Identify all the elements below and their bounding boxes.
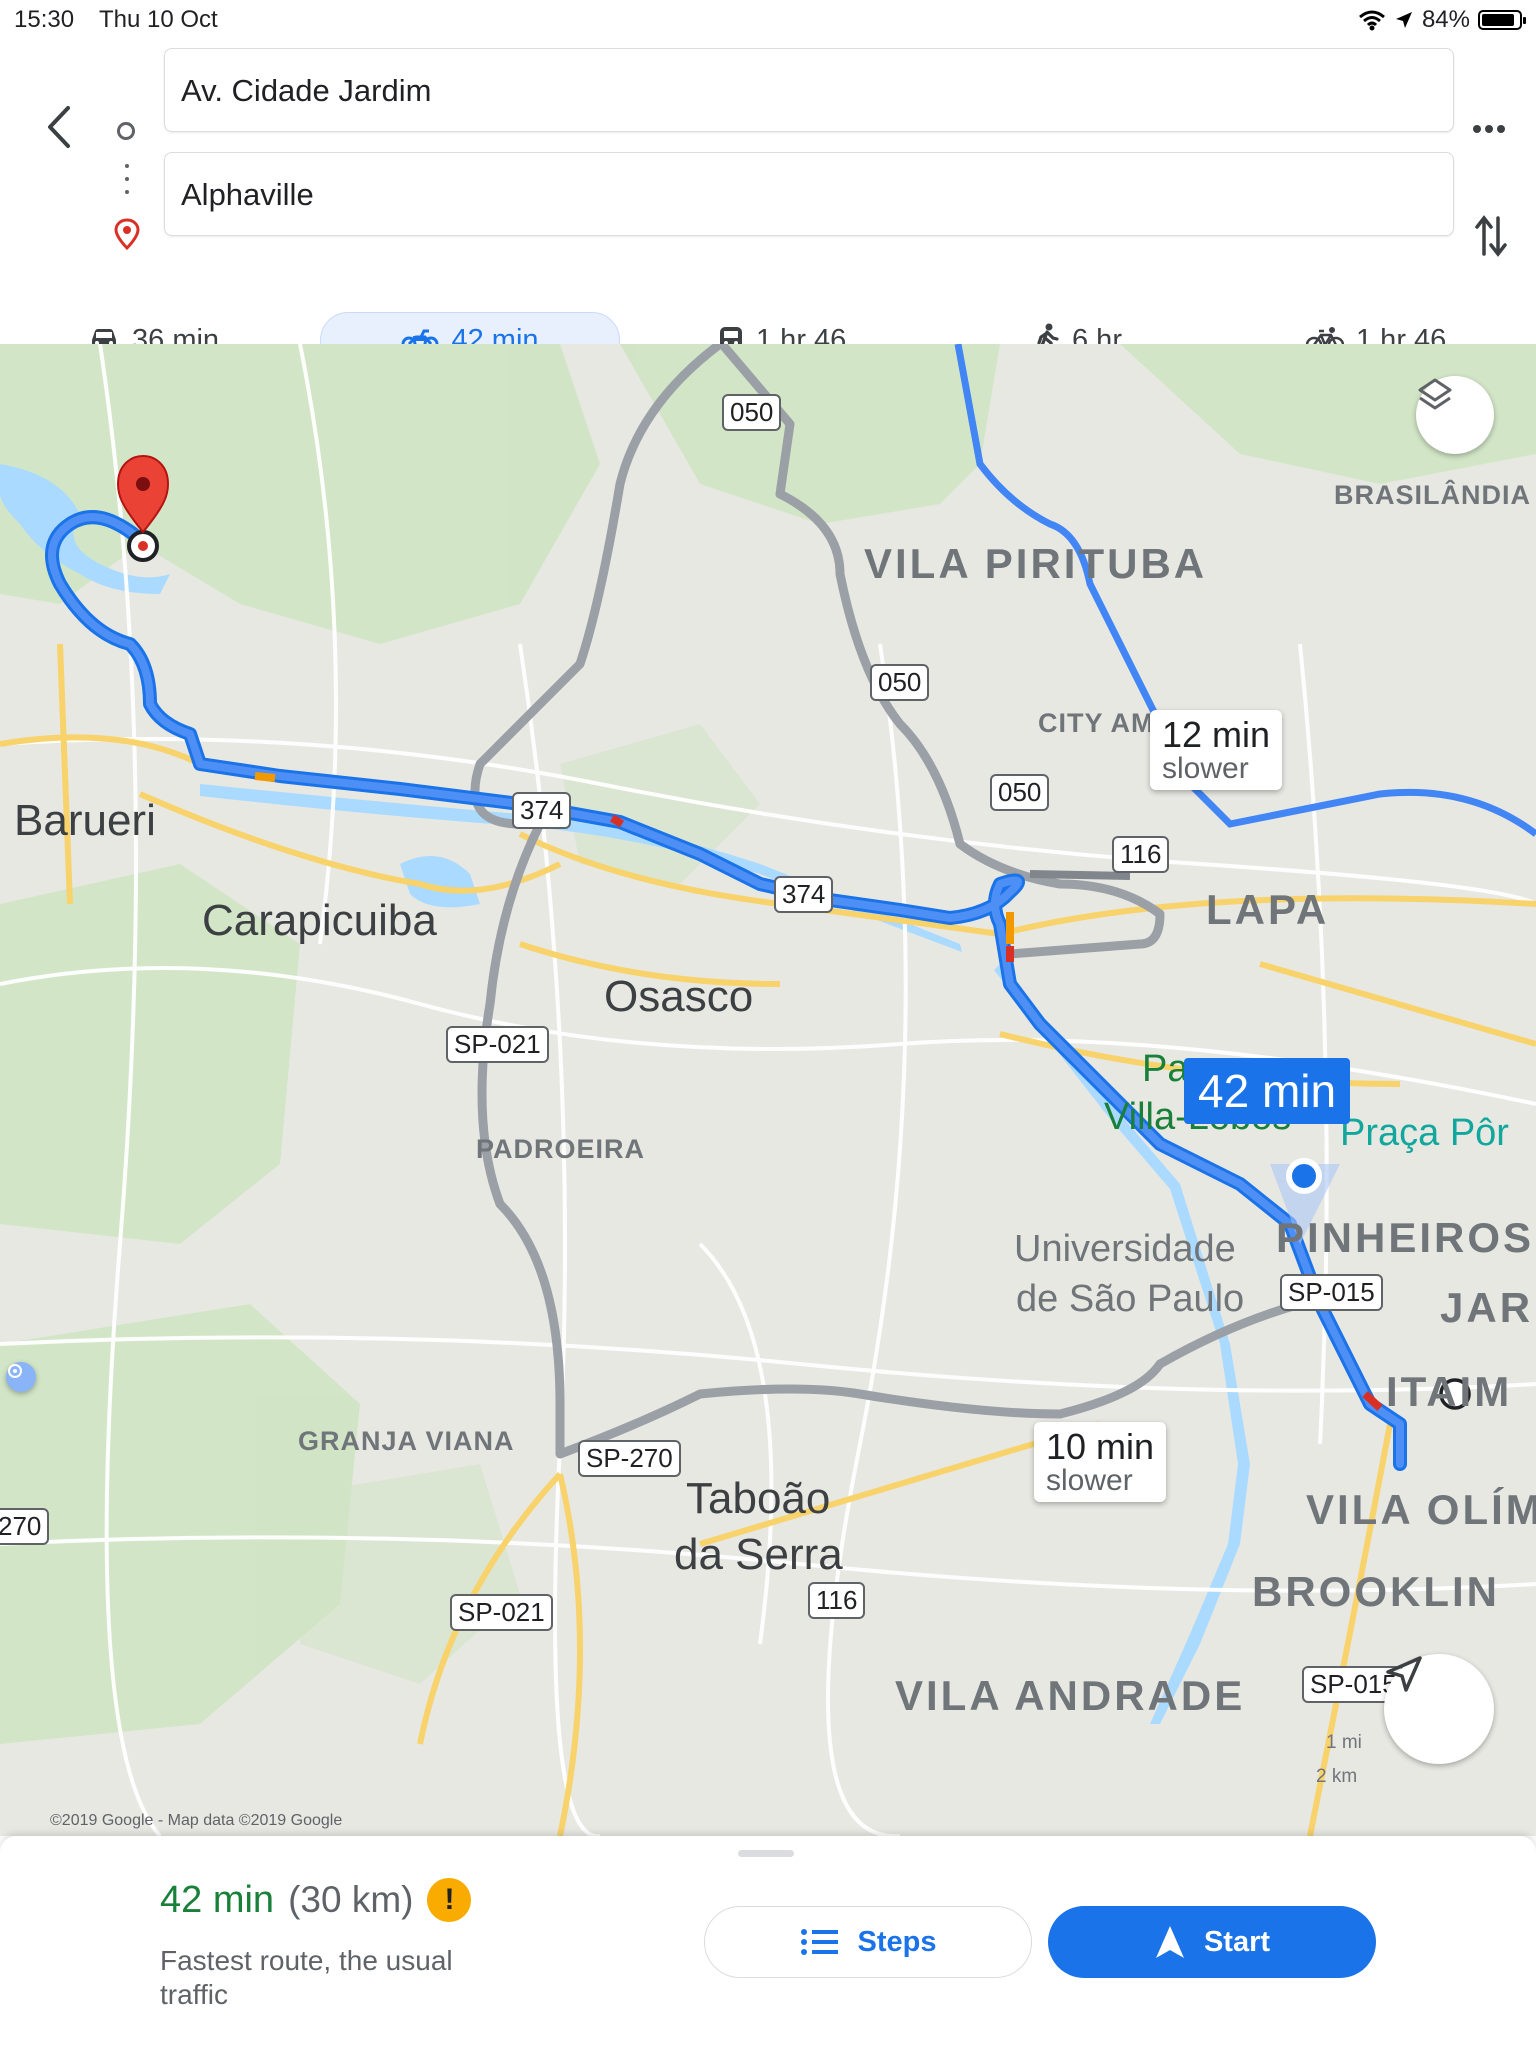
road-shield-374: 374: [774, 876, 834, 913]
route-description: Fastest route, the usual traffic: [160, 1945, 453, 2010]
road-shield-270: 270: [0, 1508, 50, 1545]
map-view[interactable]: VILA PIRITUBA BRASILÂNDIA LAPA PINHEIROS…: [0, 344, 1536, 1836]
road-shield-sp270: SP-270: [578, 1440, 681, 1477]
alt-route-time: 12 min: [1162, 714, 1271, 755]
map-label-vila-pirituba: VILA PIRITUBA: [864, 540, 1208, 587]
map-poi-universidade[interactable]: Universidade: [1014, 1228, 1236, 1271]
road-shield-sp021: SP-021: [450, 1594, 553, 1631]
navigation-arrow-icon: [1155, 1926, 1184, 1958]
map-label-granja-viana: GRANJA VIANA: [298, 1426, 515, 1456]
start-label: Start: [1203, 1925, 1271, 1958]
origin-circle-icon: [117, 122, 135, 140]
map-poi-marker[interactable]: [6, 1362, 36, 1392]
destination-input[interactable]: Alphaville: [164, 152, 1454, 236]
destination-pin-icon: [114, 218, 140, 250]
map-copyright: ©2019 Google - Map data ©2019 Google: [50, 1812, 343, 1829]
back-arrow-icon[interactable]: [40, 102, 80, 152]
directions-panel: Av. Cidade Jardim Alphaville 36 min 42 m…: [0, 40, 1536, 368]
steps-button[interactable]: Steps: [704, 1906, 1032, 1978]
map-label-jar: JAR: [1440, 1284, 1534, 1331]
map-label-itaim: ITAIM: [1386, 1368, 1513, 1415]
road-shield-sp021: SP-021: [446, 1026, 549, 1063]
route-distance: (30 km): [288, 1879, 414, 1920]
alt-route-note: slower: [1046, 1464, 1133, 1497]
battery-percent: 84%: [1421, 6, 1470, 33]
alt-route-callout[interactable]: 12 min slower: [1150, 710, 1283, 790]
map-label-brasilandia: BRASILÂNDIA: [1334, 480, 1531, 510]
route-connector-dots: [125, 164, 129, 203]
start-button[interactable]: Start: [1048, 1906, 1376, 1978]
map-poi-usp[interactable]: de São Paulo: [1016, 1278, 1244, 1321]
map-label-barueri: Barueri: [14, 796, 156, 845]
route-summary-sheet: 42 min (30 km) ! Fastest route, the usua…: [0, 1836, 1536, 2048]
map-label-da-serra: da Serra: [674, 1530, 843, 1579]
scale-metric: 2 km: [1316, 1766, 1358, 1787]
warning-icon[interactable]: !: [427, 1878, 472, 1922]
map-label-vila-olimpia: VILA OLÍM: [1306, 1486, 1536, 1533]
selected-route-time-label[interactable]: 42 min: [1184, 1058, 1351, 1124]
compass-poi-icon: [8, 1364, 22, 1378]
map-poi-parque: Pa: [1142, 1048, 1189, 1090]
road-shield-050: 050: [722, 394, 782, 431]
location-arrow-icon: [1395, 12, 1412, 28]
map-label-taboao: Taboão: [686, 1474, 831, 1523]
status-time: 15:30: [14, 6, 75, 33]
map-label-city-am: CITY AM: [1038, 708, 1155, 738]
layers-button[interactable]: [1416, 376, 1494, 454]
status-date: Thu 10 Oct: [99, 6, 218, 33]
alt-route-note: slower: [1162, 752, 1249, 785]
road-shield-050: 050: [870, 664, 930, 701]
map-label-brooklin: BROOKLIN: [1252, 1568, 1500, 1615]
sheet-drag-handle[interactable]: [738, 1850, 794, 1857]
alt-route-time: 10 min: [1046, 1426, 1155, 1467]
more-options-icon[interactable]: [1472, 124, 1506, 134]
map-label-carapicuiba: Carapicuiba: [202, 896, 437, 945]
map-label-pinheiros: PINHEIROS: [1276, 1214, 1535, 1261]
steps-label: Steps: [857, 1925, 937, 1958]
swap-directions-icon[interactable]: [1474, 214, 1508, 258]
map-label-vila-andrade: VILA ANDRADE: [895, 1672, 1246, 1719]
road-shield-050: 050: [990, 774, 1050, 811]
route-duration: 42 min: [160, 1878, 275, 1921]
battery-icon: [1478, 10, 1526, 30]
road-shield-374: 374: [512, 792, 572, 829]
scale-imperial: 1 mi: [1326, 1732, 1362, 1753]
map-label-padroeira: PADROEIRA: [476, 1134, 646, 1164]
wifi-icon: [1358, 10, 1385, 31]
map-poi-praca[interactable]: Praça Pôr: [1340, 1112, 1509, 1155]
status-right: 84%: [1358, 6, 1526, 34]
navigation-arrow-icon: [1386, 1656, 1422, 1692]
alt-route-callout[interactable]: 10 min slower: [1034, 1422, 1167, 1502]
map-label-osasco: Osasco: [604, 972, 754, 1021]
layers-icon: [1418, 378, 1452, 410]
road-shield-116: 116: [808, 1582, 866, 1619]
origin-input[interactable]: Av. Cidade Jardim: [164, 48, 1454, 132]
road-shield-sp015: SP-015: [1280, 1274, 1383, 1311]
status-bar: 15:30 Thu 10 Oct 84%: [0, 0, 1536, 40]
route-summary: 42 min (30 km) !: [160, 1878, 472, 1922]
road-shield-116: 116: [1112, 836, 1170, 873]
recenter-button[interactable]: [1384, 1654, 1494, 1764]
list-icon: [800, 1929, 838, 1955]
map-label-lapa: LAPA: [1206, 886, 1330, 933]
